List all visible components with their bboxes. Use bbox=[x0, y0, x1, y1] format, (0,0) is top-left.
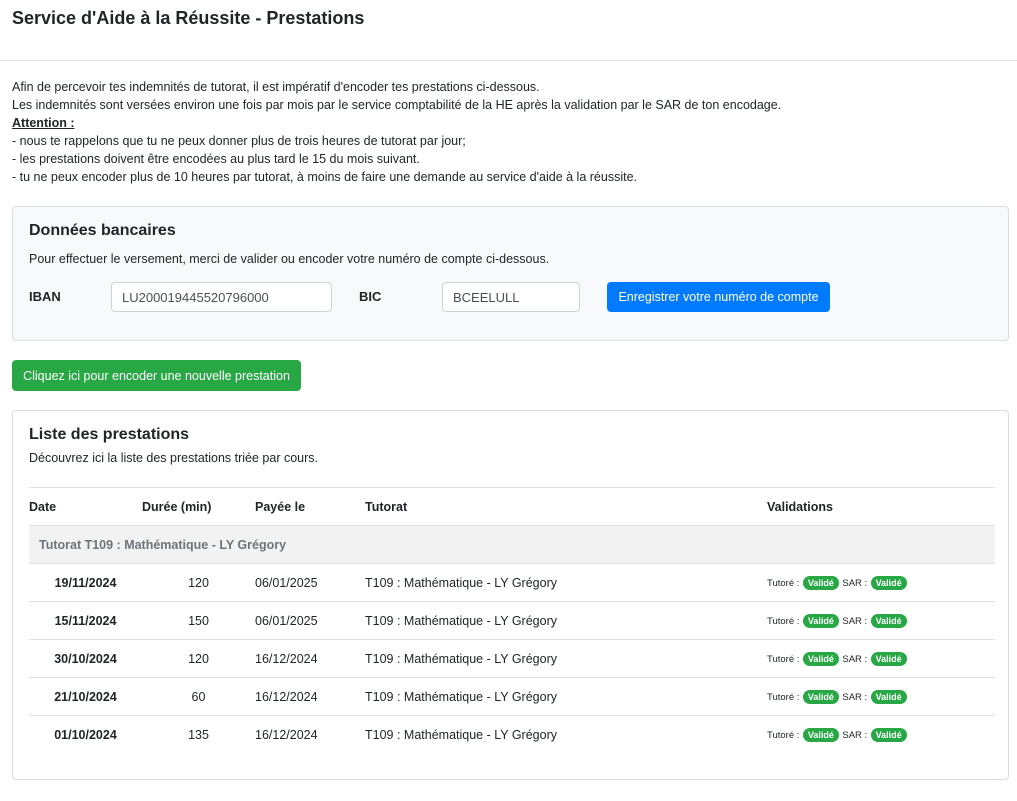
cell-date: 21/10/2024 bbox=[29, 677, 142, 716]
cell-validations: Tutoré : Validé SAR : Validé bbox=[767, 639, 995, 678]
cell-duration: 120 bbox=[142, 563, 255, 602]
prestations-list-card: Liste des prestations Découvrez ici la l… bbox=[12, 410, 1009, 780]
rule-line-1: - nous te rappelons que tu ne peux donne… bbox=[12, 134, 466, 148]
tutore-label: Tutoré : bbox=[767, 730, 800, 742]
cell-validations: Tutoré : Validé SAR : Validé bbox=[767, 563, 995, 602]
table-header-row: Date Durée (min) Payée le Tutorat Valida… bbox=[29, 487, 995, 526]
cell-date: 19/11/2024 bbox=[29, 563, 142, 602]
group-label: Tutorat T109 : Mathématique - LY Grégory bbox=[29, 525, 995, 564]
cell-validations: Tutoré : Validé SAR : Validé bbox=[767, 677, 995, 716]
sar-status-badge: Validé bbox=[870, 651, 907, 666]
cell-date: 15/11/2024 bbox=[29, 601, 142, 640]
bank-card-subtitle: Pour effectuer le versement, merci de va… bbox=[29, 252, 550, 266]
bank-details-card: Données bancaires Pour effectuer le vers… bbox=[12, 206, 1009, 341]
cell-tutorat: T109 : Mathématique - LY Grégory bbox=[365, 727, 557, 742]
intro-line-1: Afin de percevoir tes indemnités de tuto… bbox=[12, 80, 540, 94]
column-header-duration[interactable]: Durée (min) bbox=[142, 487, 255, 526]
sar-status-badge: Validé bbox=[870, 575, 907, 590]
list-card-title: Liste des prestations bbox=[29, 426, 190, 443]
rule-line-2: - les prestations doivent être encodées … bbox=[12, 152, 420, 166]
iban-input[interactable] bbox=[111, 282, 332, 312]
cell-paid-date: 16/12/2024 bbox=[255, 727, 318, 742]
table-row: 19/11/2024 120 06/01/2025 T109 : Mathématiq… bbox=[29, 563, 995, 602]
bic-input[interactable] bbox=[442, 282, 580, 312]
rule-line-3: - tu ne peux encoder plus de 10 heures p… bbox=[12, 170, 637, 184]
cell-duration: 135 bbox=[188, 727, 209, 742]
save-account-button[interactable]: Enregistrer votre numéro de compte bbox=[607, 282, 830, 312]
table-row: 01/10/2024 135 16/12/2024 T109 : Mathématiq… bbox=[29, 716, 995, 754]
cell-date: 30/10/2024 bbox=[29, 639, 142, 678]
sar-status-badge: Validé bbox=[870, 613, 907, 628]
cell-paid-date: 16/12/2024 bbox=[255, 677, 365, 716]
column-header-tutorat[interactable]: Tutorat bbox=[365, 487, 767, 526]
iban-label: IBAN bbox=[29, 289, 61, 304]
column-header-date[interactable]: Date bbox=[29, 487, 142, 526]
cell-tutorat: T109 : Mathématique - LY Grégory bbox=[365, 677, 767, 716]
list-card-subtitle: Découvrez ici la liste des prestations t… bbox=[29, 451, 319, 465]
sar-status-badge: Validé bbox=[870, 689, 907, 704]
attention-heading: Attention : bbox=[12, 116, 75, 130]
cell-paid-date: 06/01/2025 bbox=[255, 563, 365, 602]
title-divider bbox=[0, 60, 1017, 61]
tutore-label: Tutoré : bbox=[767, 692, 800, 704]
cell-tutorat: T109 : Mathématique - LY Grégory bbox=[365, 601, 767, 640]
bank-card-title: Données bancaires bbox=[29, 222, 176, 239]
cell-duration: 150 bbox=[142, 601, 255, 640]
column-header-paid[interactable]: Payée le bbox=[255, 487, 365, 526]
intro-line-2: Les indemnités sont versées environ une … bbox=[12, 98, 782, 112]
new-prestation-button[interactable]: Cliquez ici pour encoder une nouvelle pr… bbox=[12, 360, 301, 391]
table-row: 21/10/2024 60 16/12/2024 T109 : Mathématiqu… bbox=[29, 677, 995, 716]
tutore-status-badge: Validé bbox=[802, 651, 839, 666]
tutore-label: Tutoré : bbox=[767, 616, 800, 628]
cell-duration: 60 bbox=[142, 677, 255, 716]
bic-label: BIC bbox=[359, 289, 382, 304]
cell-validations: Tutoré : Validé SAR : Validé bbox=[767, 601, 995, 640]
intro-text: Afin de percevoir tes indemnités de tuto… bbox=[12, 78, 781, 186]
tutore-label: Tutoré : bbox=[767, 654, 800, 666]
sar-label: SAR : bbox=[842, 578, 868, 590]
tutore-status-badge: Validé bbox=[802, 727, 839, 742]
prestations-table: Date Durée (min) Payée le Tutorat Valida… bbox=[29, 487, 995, 753]
sar-label: SAR : bbox=[842, 654, 868, 666]
tutore-status-badge: Validé bbox=[802, 575, 839, 590]
table-row: 15/11/2024 150 06/01/2025 T109 : Mathématiq… bbox=[29, 601, 995, 640]
sar-label: SAR : bbox=[842, 616, 868, 628]
cell-tutorat: T109 : Mathématique - LY Grégory bbox=[365, 563, 767, 602]
cell-date: 01/10/2024 bbox=[54, 727, 117, 742]
tutore-label: Tutoré : bbox=[767, 578, 800, 590]
cell-paid-date: 06/01/2025 bbox=[255, 601, 365, 640]
cell-duration: 120 bbox=[142, 639, 255, 678]
tutore-status-badge: Validé bbox=[802, 613, 839, 628]
column-header-validations[interactable]: Validations bbox=[767, 487, 995, 526]
group-row: Tutorat T109 : Mathématique - LY Grégory bbox=[29, 525, 995, 564]
table-row: 30/10/2024 120 16/12/2024 T109 : Mathématiq… bbox=[29, 639, 995, 678]
cell-paid-date: 16/12/2024 bbox=[255, 639, 365, 678]
cell-tutorat: T109 : Mathématique - LY Grégory bbox=[365, 639, 767, 678]
sar-label: SAR : bbox=[842, 692, 868, 704]
sar-status-badge: Validé bbox=[870, 727, 907, 742]
tutore-status-badge: Validé bbox=[802, 689, 839, 704]
page-title: Service d'Aide à la Réussite - Prestatio… bbox=[12, 8, 365, 28]
sar-label: SAR : bbox=[842, 730, 868, 742]
cell-validations: Tutoré : Validé SAR : Validé bbox=[767, 716, 995, 754]
